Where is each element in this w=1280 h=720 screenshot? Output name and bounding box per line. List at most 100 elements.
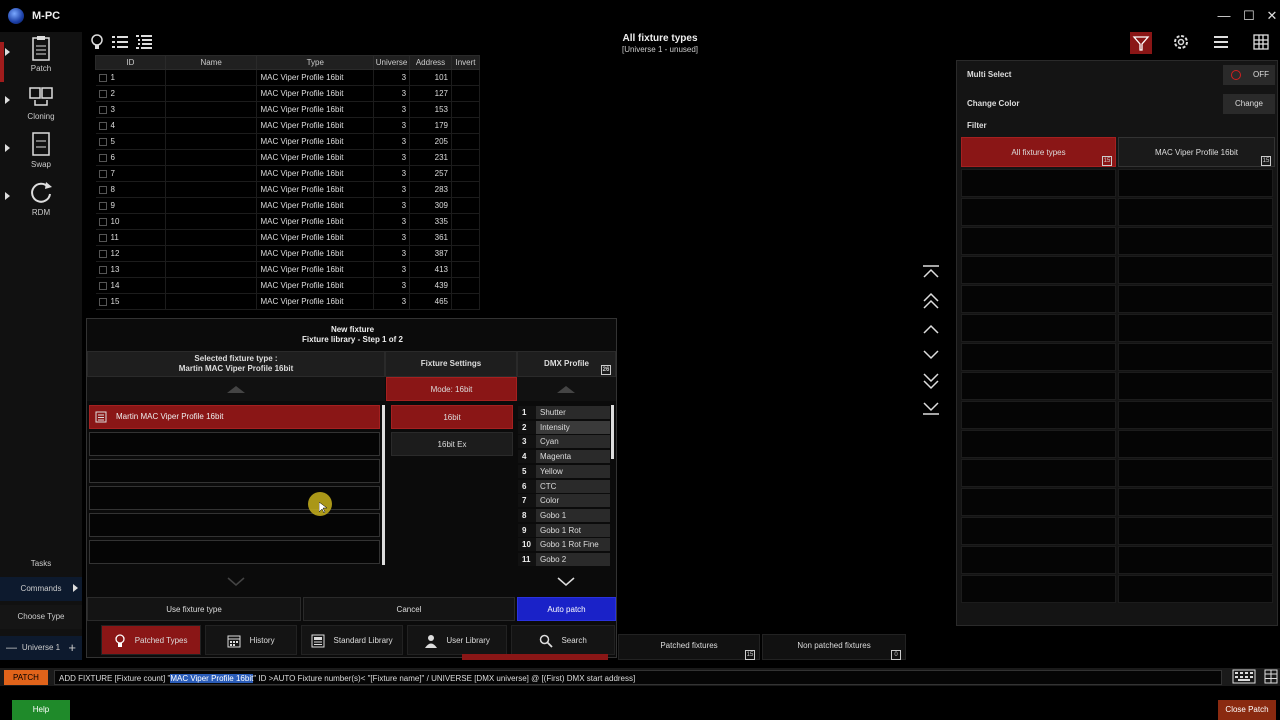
patch-tool-button[interactable]: Patch — [4, 34, 78, 80]
filter-mac-viper[interactable]: MAC Viper Profile 16bit 15 — [1118, 137, 1275, 167]
row-select-checkbox[interactable] — [98, 121, 107, 130]
cell-universe[interactable]: 3 — [373, 293, 411, 310]
cell-type[interactable]: MAC Viper Profile 16bit — [256, 181, 375, 198]
cell-invert[interactable] — [451, 165, 481, 182]
cell-type[interactable]: MAC Viper Profile 16bit — [256, 133, 375, 150]
dmx-channel-item[interactable]: 6 CTC — [518, 479, 610, 493]
command-input[interactable]: ADD FIXTURE [Fixture count] "MAC Viper P… — [54, 670, 1222, 685]
cell-address[interactable]: 231 — [409, 149, 452, 166]
row-select-checkbox[interactable] — [98, 185, 107, 194]
tab-patched-types[interactable]: Patched Types — [101, 625, 201, 655]
keyboard-icon[interactable] — [1232, 669, 1256, 684]
tab-patched-fixtures[interactable]: Patched fixtures 15 — [618, 634, 760, 660]
cell-address[interactable]: 205 — [409, 133, 452, 150]
cell-universe[interactable]: 3 — [373, 181, 411, 198]
cell-invert[interactable] — [451, 213, 481, 230]
list-icon[interactable] — [111, 33, 129, 51]
cell-name[interactable] — [165, 101, 258, 118]
cell-type[interactable]: MAC Viper Profile 16bit — [256, 293, 375, 310]
row-select-checkbox[interactable] — [98, 153, 107, 162]
table-row[interactable]: 12 MAC Viper Profile 16bit 3 387 — [95, 245, 481, 262]
cell-address[interactable]: 127 — [409, 85, 452, 102]
cell-type[interactable]: MAC Viper Profile 16bit — [256, 165, 375, 182]
cell-universe[interactable]: 3 — [373, 149, 411, 166]
dmx-channel-item[interactable]: 7 Color — [518, 494, 610, 508]
dmx-channel-item[interactable]: 3 Cyan — [518, 435, 610, 449]
filter-slot[interactable] — [1118, 488, 1273, 516]
table-row[interactable]: 13 MAC Viper Profile 16bit 3 413 — [95, 261, 481, 278]
cell-invert[interactable] — [451, 229, 481, 246]
cell-name[interactable] — [165, 69, 258, 86]
filter-slot[interactable] — [961, 169, 1116, 197]
tab-user-library[interactable]: User Library — [407, 625, 507, 655]
filter-slot[interactable] — [961, 256, 1116, 284]
filter-slot[interactable] — [961, 488, 1116, 516]
tab-search[interactable]: Search — [511, 625, 615, 655]
table-row[interactable]: 15 MAC Viper Profile 16bit 3 465 — [95, 293, 481, 310]
scroll-down-icon[interactable] — [920, 348, 942, 364]
cell-name[interactable] — [165, 245, 258, 262]
row-select-checkbox[interactable] — [98, 265, 107, 274]
table-row[interactable]: 9 MAC Viper Profile 16bit 3 309 — [95, 197, 481, 214]
row-select-checkbox[interactable] — [98, 249, 107, 258]
cell-address[interactable]: 257 — [409, 165, 452, 182]
cell-id[interactable]: 1 — [95, 69, 166, 86]
cell-id[interactable]: 4 — [95, 117, 166, 134]
cell-address[interactable]: 283 — [409, 181, 452, 198]
auto-patch-button[interactable]: Auto patch — [517, 597, 616, 621]
cell-name[interactable] — [165, 213, 258, 230]
cell-address[interactable]: 413 — [409, 261, 452, 278]
cell-id[interactable]: 5 — [95, 133, 166, 150]
cell-id[interactable]: 2 — [95, 85, 166, 102]
tab-standard-library[interactable]: Standard Library — [301, 625, 403, 655]
filter-slot[interactable] — [961, 430, 1116, 458]
column-header-type[interactable]: Type — [256, 55, 375, 70]
minimize-button[interactable]: — — [1212, 6, 1236, 26]
filter-slot[interactable] — [961, 285, 1116, 313]
row-select-checkbox[interactable] — [98, 169, 107, 178]
cell-universe[interactable]: 3 — [373, 133, 411, 150]
cell-address[interactable]: 439 — [409, 277, 452, 294]
filter-slot[interactable] — [961, 227, 1116, 255]
cell-invert[interactable] — [451, 69, 481, 86]
cell-type[interactable]: MAC Viper Profile 16bit — [256, 213, 375, 230]
cell-type[interactable]: MAC Viper Profile 16bit — [256, 101, 375, 118]
mode-option[interactable]: 16bit Ex — [391, 432, 513, 456]
cell-invert[interactable] — [451, 261, 481, 278]
cloning-tool-button[interactable]: Cloning — [4, 82, 78, 128]
fixture-list-scroll-up[interactable] — [87, 377, 385, 401]
fixture-list-item[interactable] — [89, 432, 380, 456]
cell-id[interactable]: 10 — [95, 213, 166, 230]
cell-invert[interactable] — [451, 149, 481, 166]
cell-address[interactable]: 153 — [409, 101, 452, 118]
cell-id[interactable]: 13 — [95, 261, 166, 278]
scroll-up-icon[interactable] — [920, 322, 942, 338]
rdm-tool-button[interactable]: RDM — [4, 178, 78, 224]
table-row[interactable]: 10 MAC Viper Profile 16bit 3 335 — [95, 213, 481, 230]
row-select-checkbox[interactable] — [98, 297, 107, 306]
table-row[interactable]: 11 MAC Viper Profile 16bit 3 361 — [95, 229, 481, 246]
filter-slot[interactable] — [961, 372, 1116, 400]
row-select-checkbox[interactable] — [98, 73, 107, 82]
table-row[interactable]: 6 MAC Viper Profile 16bit 3 231 — [95, 149, 481, 166]
cell-type[interactable]: MAC Viper Profile 16bit — [256, 85, 375, 102]
cell-id[interactable]: 9 — [95, 197, 166, 214]
cell-id[interactable]: 8 — [95, 181, 166, 198]
cell-universe[interactable]: 3 — [373, 85, 411, 102]
cell-name[interactable] — [165, 293, 258, 310]
column-header-universe[interactable]: Universe — [373, 55, 411, 70]
cell-invert[interactable] — [451, 101, 481, 118]
dmx-channel-item[interactable]: 4 Magenta — [518, 450, 610, 464]
cell-universe[interactable]: 3 — [373, 69, 411, 86]
dmx-list-scrollbar[interactable] — [611, 405, 614, 459]
table-row[interactable]: 14 MAC Viper Profile 16bit 3 439 — [95, 277, 481, 294]
cell-type[interactable]: MAC Viper Profile 16bit — [256, 149, 375, 166]
bulb-icon[interactable] — [88, 33, 106, 51]
fixture-list-scrollbar[interactable] — [382, 405, 385, 565]
fixture-list-item[interactable] — [89, 486, 380, 510]
table-row[interactable]: 3 MAC Viper Profile 16bit 3 153 — [95, 101, 481, 118]
cell-id[interactable]: 7 — [95, 165, 166, 182]
filter-slot[interactable] — [1118, 372, 1273, 400]
cell-name[interactable] — [165, 133, 258, 150]
filter-slot[interactable] — [961, 575, 1116, 603]
